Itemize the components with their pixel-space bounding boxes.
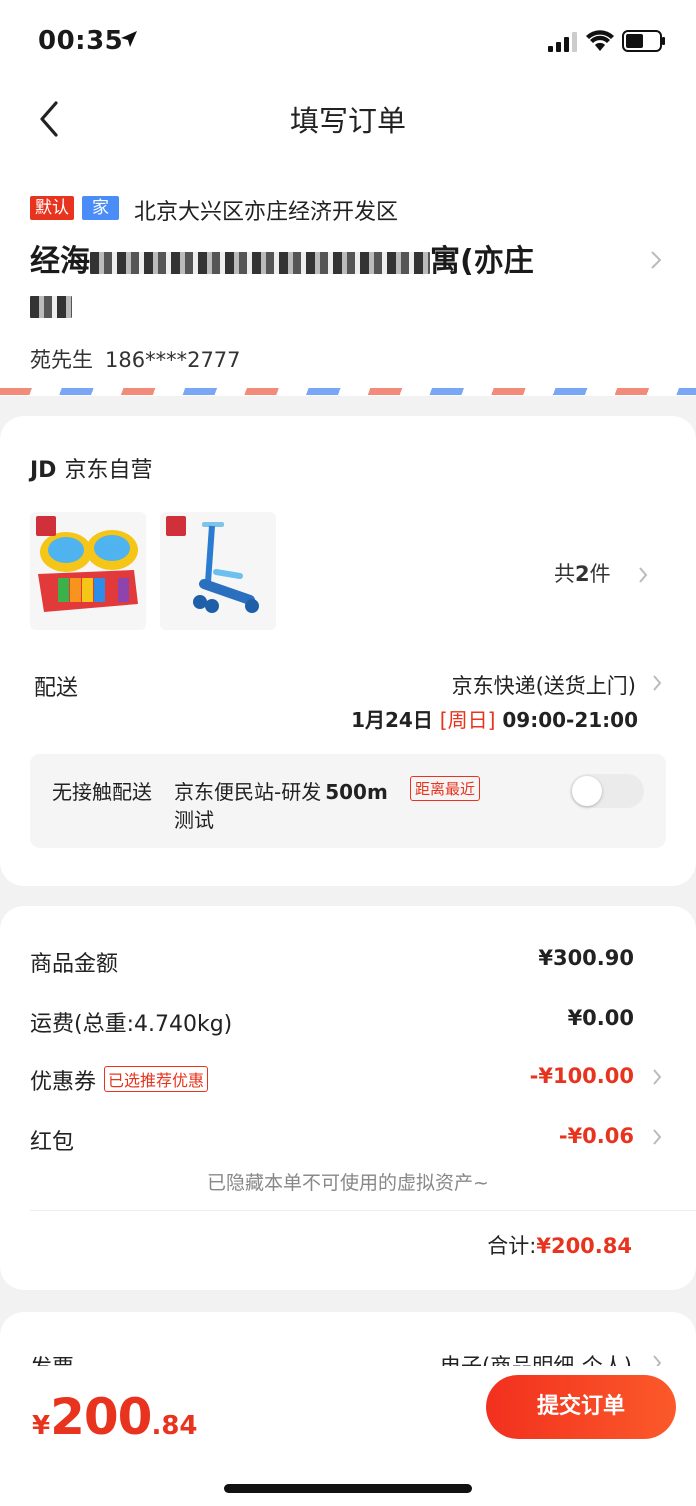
contactless-pickup-panel: 无接触配送 京东便民站-研发 500m 测试 距离最近 bbox=[30, 754, 666, 848]
price-summary-card: 商品金额 ¥300.90 运费(总重:4.740kg) ¥0.00 优惠券 已选推… bbox=[0, 906, 696, 1290]
default-address-tag: 默认 bbox=[30, 196, 74, 220]
shop-card: JD 京东自营 共2件 配送 京东快递(送货上门) 1月24日 [周日] 09:… bbox=[0, 416, 696, 886]
battery-icon bbox=[622, 30, 665, 52]
jd-logo-icon: JD bbox=[30, 458, 57, 483]
home-address-tag: 家 bbox=[82, 196, 119, 220]
redpack-value[interactable]: -¥0.06 bbox=[559, 1124, 634, 1148]
redpack-label: 红包 bbox=[30, 1130, 75, 1155]
contactless-label: 无接触配送 bbox=[52, 780, 152, 804]
status-time: 00:35 bbox=[38, 26, 124, 56]
item-count-number: 2 bbox=[575, 562, 590, 586]
shop-name-label: 京东自营 bbox=[64, 458, 153, 483]
submit-order-button[interactable]: 提交订单 bbox=[486, 1375, 676, 1439]
item-count[interactable]: 共2件 bbox=[554, 558, 611, 588]
toggle-knob bbox=[572, 776, 602, 806]
shipping-date: 1月24日 bbox=[351, 708, 433, 732]
shipping-time: 1月24日 [周日] 09:00-21:00 bbox=[351, 704, 638, 733]
shipping-method[interactable]: 京东快递(送货上门) bbox=[452, 670, 636, 700]
payable-amount: ¥200.84 bbox=[32, 1388, 198, 1446]
hidden-assets-note[interactable]: 已隐藏本单不可使用的虚拟资产~ bbox=[0, 1168, 696, 1195]
goods-amount-value: ¥300.90 bbox=[538, 946, 634, 970]
total-label: 合计: bbox=[487, 1234, 537, 1258]
status-bar: 00:35 bbox=[0, 0, 696, 82]
contact-info: 苑先生 186****2777 bbox=[30, 344, 241, 374]
expand-tilde-icon: ~ bbox=[473, 1172, 489, 1194]
amount-integer: 200 bbox=[50, 1388, 152, 1446]
coupon-value[interactable]: -¥100.00 bbox=[530, 1064, 634, 1088]
freight-label: 运费(总重:4.740kg) bbox=[30, 1012, 233, 1037]
contactless-toggle[interactable] bbox=[570, 774, 644, 808]
location-arrow-icon bbox=[121, 31, 137, 47]
contact-phone: 186****2777 bbox=[105, 348, 241, 372]
address-detail-suffix: 寓(亦庄 bbox=[430, 244, 534, 279]
chevron-right-icon bbox=[639, 567, 648, 583]
amount-decimal: .84 bbox=[151, 1411, 198, 1441]
coupon-recommend-tag: 已选推荐优惠 bbox=[104, 1066, 209, 1092]
pickup-station: 京东便民站-研发 500m bbox=[174, 776, 388, 805]
brand-badge-icon bbox=[166, 516, 186, 536]
shipping-weekday: [周日] bbox=[439, 708, 496, 732]
home-indicator[interactable] bbox=[224, 1484, 472, 1493]
nearest-badge: 距离最近 bbox=[410, 776, 481, 801]
shop-name: JD 京东自营 bbox=[30, 452, 152, 484]
contact-name: 苑先生 bbox=[30, 348, 93, 372]
address-detail-prefix: 经海 bbox=[30, 244, 90, 279]
chevron-right-icon bbox=[653, 1069, 662, 1085]
coupon-row[interactable]: 优惠券 已选推荐优惠 bbox=[30, 1064, 209, 1096]
nav-bar: 填写订单 bbox=[0, 82, 696, 154]
pickup-note: 测试 bbox=[174, 808, 214, 832]
redacted-address-blur bbox=[90, 251, 430, 274]
chevron-right-icon bbox=[651, 251, 662, 269]
page-title: 填写订单 bbox=[289, 104, 406, 138]
divider bbox=[30, 1210, 696, 1211]
currency-symbol: ¥ bbox=[32, 1411, 51, 1441]
coupon-label: 优惠券 bbox=[30, 1070, 97, 1095]
item-count-prefix: 共 bbox=[554, 562, 575, 586]
total-value: ¥200.84 bbox=[536, 1234, 632, 1258]
envelope-stripe-divider bbox=[0, 388, 696, 395]
address-card[interactable]: 默认 家 北京大兴区亦庄经济开发区 经海 寓(亦庄 苑先生 186****2777 bbox=[0, 154, 696, 396]
submit-bar: ¥200.84 提交订单 bbox=[0, 1366, 696, 1506]
shipping-label: 配送 bbox=[34, 676, 79, 701]
shipping-window: 09:00-21:00 bbox=[502, 708, 638, 732]
freight-value: ¥0.00 bbox=[567, 1006, 634, 1030]
goods-amount-label: 商品金额 bbox=[30, 952, 119, 977]
product-thumbnail-scooter[interactable] bbox=[160, 512, 276, 630]
brand-badge-icon bbox=[36, 516, 56, 536]
product-thumbnail-piano-drum[interactable] bbox=[30, 512, 146, 630]
pickup-station-name: 京东便民站-研发 bbox=[174, 780, 322, 804]
chevron-right-icon bbox=[653, 1129, 662, 1145]
wifi-icon bbox=[586, 30, 614, 51]
address-region: 北京大兴区亦庄经济开发区 bbox=[134, 200, 399, 225]
redacted-address-blur bbox=[30, 295, 72, 318]
hidden-assets-text: 已隐藏本单不可使用的虚拟资产 bbox=[207, 1172, 474, 1194]
item-count-suffix: 件 bbox=[589, 562, 611, 586]
cellular-signal-icon bbox=[548, 32, 577, 52]
address-detail: 经海 寓(亦庄 bbox=[30, 240, 630, 328]
pickup-distance: 500m bbox=[325, 780, 388, 804]
chevron-right-icon bbox=[653, 675, 662, 691]
order-total: 合计:¥200.84 bbox=[487, 1230, 632, 1260]
